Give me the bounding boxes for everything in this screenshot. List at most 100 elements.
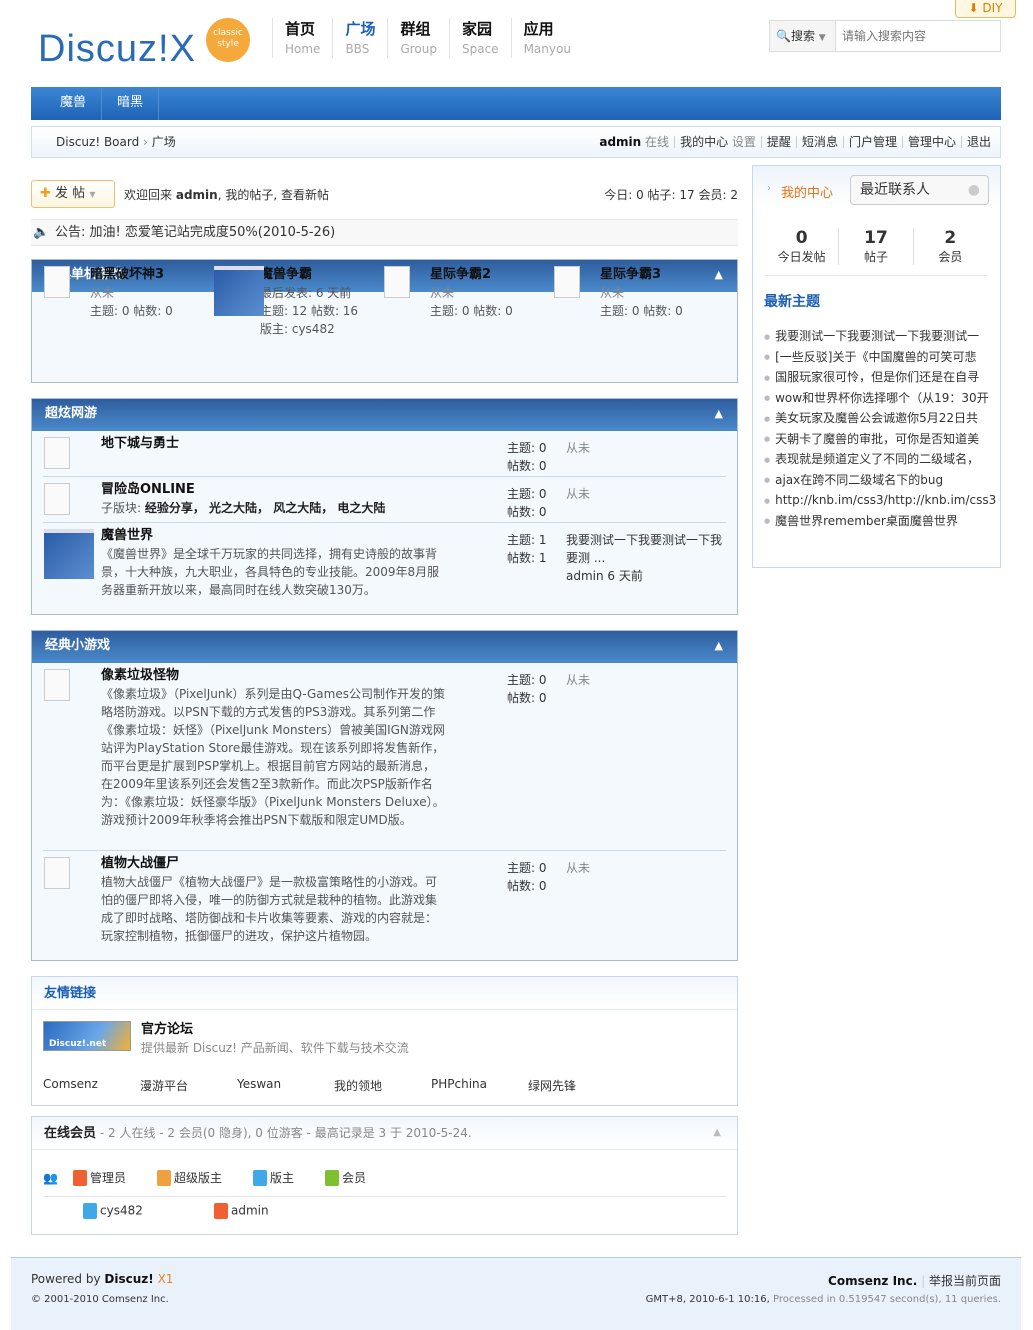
featured-link[interactable]: 官方论坛	[141, 1021, 409, 1039]
report-link[interactable]: 举报当前页面	[929, 1274, 1001, 1288]
topic-link[interactable]: ajax在跨不同二级域名下的bug	[764, 470, 996, 491]
text-link[interactable]: 我的领地	[334, 1077, 431, 1094]
topic-link[interactable]: 我要测试一下我要测试一下我要测试一	[764, 326, 996, 347]
nav-space[interactable]: 家园 Space	[449, 18, 511, 58]
topic-link[interactable]: wow和世界杯你选择哪个（从19：30开	[764, 388, 996, 409]
portal-admin-link[interactable]: 门户管理	[849, 135, 897, 149]
forum-row[interactable]: 冒险岛ONLINE 子版块: 经验分享， 光之大陆， 风之大陆， 电之大陆 主题: …	[43, 477, 726, 523]
topic-link[interactable]: 表现就是频道定义了不同的二级域名，	[764, 449, 996, 470]
moderator-icon	[83, 1203, 97, 1219]
breadcrumb-home[interactable]: Discuz! Board	[56, 135, 139, 149]
group-header[interactable]: 超炫网游 ▲	[32, 399, 737, 431]
nav-group[interactable]: 群组 Group	[387, 18, 449, 58]
forum-icon-new	[214, 266, 264, 316]
search-input[interactable]	[836, 21, 1000, 51]
forum-icon	[554, 266, 580, 298]
main-nav: 首页 Home 广场 BBS 群组 Group 家园 Space 应用 Manyou	[272, 18, 583, 58]
text-link[interactable]: Yeswan	[237, 1077, 334, 1094]
stat-members: 2 会员	[912, 228, 987, 265]
forum-icon	[44, 483, 70, 515]
topic-link[interactable]: http://knb.im/css3/http://knb.im/css3	[764, 490, 996, 511]
my-center-tab[interactable]: 我的中心	[781, 182, 833, 201]
chevron-right-icon: ›	[767, 183, 771, 194]
nav-bbs[interactable]: 广场 BBS	[332, 18, 387, 58]
member-icon	[325, 1170, 339, 1187]
plus-icon: ✚	[40, 186, 51, 201]
subnav-item[interactable]: 暗黑	[102, 87, 160, 120]
admin-icon	[73, 1170, 87, 1187]
text-link[interactable]: Comsenz	[43, 1077, 140, 1094]
discuz-link[interactable]: Discuz!	[104, 1272, 153, 1286]
friend-links: 友情链接 Discuz!.net 官方论坛 提供最新 Discuz! 产品新闻、软…	[31, 976, 738, 1106]
links-title: 友情链接	[44, 986, 97, 1001]
topic-link[interactable]: [一些反驳]关于《中国魔兽的可笑可悲	[764, 347, 996, 368]
notice-link[interactable]: 提醒	[767, 135, 791, 149]
stat-today: 0 今日发帖	[777, 228, 826, 264]
sidebar: › 我的中心 最近联系人● 0今日发帖 17帖子 2会员 最新主题 我要测试一下…	[752, 165, 1001, 568]
my-center-link[interactable]: 我的中心	[680, 135, 728, 149]
forum-icon	[44, 266, 70, 298]
subnav-item[interactable]: 魔兽	[31, 87, 103, 120]
super-mod-icon	[157, 1170, 171, 1187]
forum-group-online-games: 超炫网游 ▲ 地下城与勇士 主题: 0 帖数: 0 从未 冒险岛ONLINE 子版块: 经…	[31, 398, 738, 615]
forum-stats: 今日: 0 帖子: 17 会员: 2	[604, 188, 738, 202]
text-link[interactable]: 漫游平台	[140, 1077, 237, 1094]
collapse-icon: ▲	[714, 407, 723, 420]
online-user[interactable]: admin	[214, 1203, 269, 1219]
diy-button[interactable]: ⬇ DIY	[955, 0, 1016, 18]
nav-manyou[interactable]: 应用 Manyou	[510, 18, 583, 58]
forum-row[interactable]: 像素垃圾怪物 《像素垃圾》（PixelJunk）系列是由Q-Games公司制作开发…	[43, 663, 726, 851]
logo[interactable]: Discuz!X classic style	[36, 18, 251, 78]
subforum-links[interactable]: 经验分享， 光之大陆， 风之大陆， 电之大陆	[145, 501, 386, 515]
moderator-icon	[253, 1170, 267, 1187]
speaker-icon: 🔈	[33, 225, 50, 240]
online-user[interactable]: cys482	[83, 1203, 214, 1219]
collapse-icon: ▲	[714, 639, 723, 652]
forum-item[interactable]: 暗黑破坏神3 从未 主题: 0 帖数: 0	[32, 266, 202, 320]
welcome-text: 欢迎回来 admin, 我的帖子, 查看新帖	[124, 188, 329, 202]
topic-link[interactable]: 天朝卡了魔兽的审批，可你是否知道美	[764, 429, 996, 450]
topic-link[interactable]: 美女玩家及魔兽公会诚邀你5月22日共	[764, 408, 996, 429]
recent-contacts-button[interactable]: 最近联系人 ●	[850, 175, 989, 205]
forum-row[interactable]: 魔兽世界 《魔兽世界》是全球千万玩家的共同选择，拥有史诗般的故事背景，十大种族，九…	[43, 523, 726, 611]
latest-topics-title: 最新主题	[764, 294, 820, 310]
forum-row[interactable]: 植物大战僵尸 植物大战僵尸《植物大战僵尸》是一款极富策略性的小游戏。可怕的僵尸即将…	[43, 851, 726, 951]
collapse-icon: ▲	[713, 1127, 721, 1138]
last-post-link[interactable]: 我要测试一下我要测试一下我要测 ...	[566, 531, 726, 567]
username[interactable]: admin	[599, 135, 641, 149]
admin-center-link[interactable]: 管理中心	[908, 135, 956, 149]
circle-icon: ●	[967, 182, 980, 198]
forum-icon	[44, 669, 70, 701]
search-icon: 🔍	[776, 29, 791, 43]
comsenz-link[interactable]: Comsenz Inc.	[828, 1274, 917, 1288]
forum-item[interactable]: 魔兽争霸 最后发表: 6 天前 主题: 12 帖数: 16 版主: cys482	[202, 266, 372, 338]
logo-text: Discuz!X	[38, 28, 196, 70]
chevron-down-icon: ▼	[818, 33, 826, 43]
text-link[interactable]: 绿网先锋	[528, 1077, 625, 1094]
forum-icon	[44, 437, 70, 469]
settings-link[interactable]: 设置	[732, 135, 756, 149]
forum-item[interactable]: 星际争霸3 从未 主题: 0 帖数: 0	[542, 266, 712, 320]
group-header[interactable]: 经典小游戏 ▲	[32, 631, 737, 663]
discuz-net-logo[interactable]: Discuz!.net	[43, 1021, 131, 1051]
pm-link[interactable]: 短消息	[802, 135, 838, 149]
nav-home[interactable]: 首页 Home	[272, 18, 332, 58]
text-link[interactable]: PHPchina	[431, 1077, 528, 1094]
logout-link[interactable]: 退出	[967, 135, 991, 149]
admin-icon	[214, 1203, 228, 1219]
topic-link[interactable]: 魔兽世界remember桌面魔兽世界	[764, 511, 996, 532]
topic-link[interactable]: 国服玩家很可怜，但是你们还是在自寻	[764, 367, 996, 388]
announcement[interactable]: 🔈 公告: 加油! 恋爱笔记站完成度50%(2010-5-26)	[31, 219, 738, 246]
users-group-icon: 👥	[43, 1170, 58, 1185]
my-posts-link[interactable]: 我的帖子, 查看新帖	[225, 188, 329, 202]
forum-item[interactable]: 星际争霸2 从未 主题: 0 帖数: 0	[372, 266, 542, 320]
new-post-button[interactable]: ✚ 发 帖 ▼	[31, 180, 115, 208]
forum-icon	[44, 857, 70, 889]
forum-group-classic-single: 经典单机游戏 ▲ 暗黑破坏神3 从未 主题: 0 帖数: 0 魔兽争霸 最后发表: 6 …	[31, 259, 738, 383]
search-type-select[interactable]: 🔍搜索 ▼	[770, 21, 836, 51]
forum-icon	[384, 266, 410, 298]
search-box: 🔍搜索 ▼	[769, 20, 1001, 52]
breadcrumb-current[interactable]: 广场	[152, 135, 176, 149]
online-members: 在线会员 - 2 人在线 - 2 会员(0 隐身), 0 位游客 - 最高记录是…	[31, 1116, 738, 1235]
forum-row[interactable]: 地下城与勇士 主题: 0 帖数: 0 从未	[43, 431, 726, 477]
